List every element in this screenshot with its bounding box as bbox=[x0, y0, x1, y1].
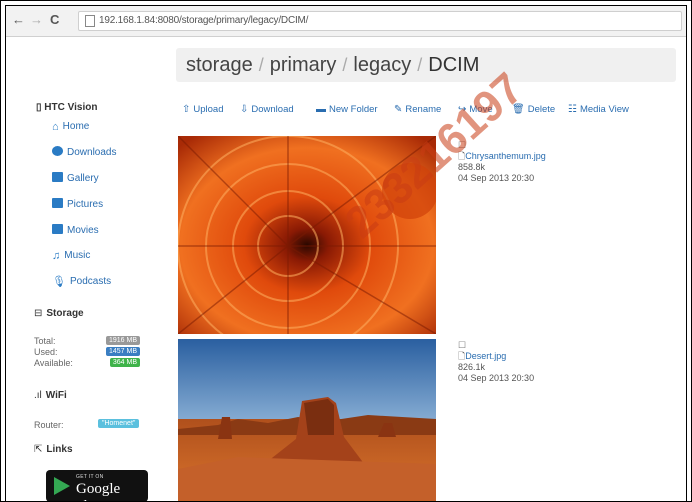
download-icon bbox=[52, 146, 63, 156]
browser-window: ← → C 192.168.1.84:8080/storage/primary/… bbox=[5, 5, 687, 501]
back-icon[interactable]: ← bbox=[12, 13, 25, 27]
address-bar: ← → C 192.168.1.84:8080/storage/primary/… bbox=[6, 6, 686, 37]
file-date: 04 Sep 2013 20:30 bbox=[458, 373, 535, 383]
url-text: 192.168.1.84:8080/storage/primary/legacy… bbox=[99, 15, 309, 26]
url-input[interactable]: 192.168.1.84:8080/storage/primary/legacy… bbox=[78, 11, 682, 31]
storage-total-value: 1916 MB bbox=[105, 336, 140, 345]
file-date: 04 Sep 2013 20:30 bbox=[458, 173, 535, 183]
sidebar-item-music[interactable]: ♫ Music bbox=[52, 250, 90, 262]
storage-used-value: 1457 MB bbox=[105, 347, 140, 356]
wifi-router: Router: "Homenet" bbox=[34, 419, 152, 430]
storage-heading: ⊟ Storage bbox=[34, 308, 84, 319]
download-button[interactable]: ⇩ Download bbox=[240, 104, 294, 115]
upload-button[interactable]: ⇧ Upload bbox=[182, 104, 224, 115]
breadcrumb-separator: / bbox=[258, 55, 264, 75]
rename-button[interactable]: ✎ Rename bbox=[394, 104, 441, 115]
music-icon: ♫ bbox=[52, 250, 61, 262]
file-size: 858.8k bbox=[458, 162, 486, 172]
wifi-icon: .ıl bbox=[34, 390, 42, 401]
file-name-link[interactable]: Desert.jpg bbox=[465, 351, 506, 361]
checkbox-icon[interactable]: ☐ bbox=[458, 340, 534, 351]
breadcrumb-item-primary[interactable]: primary bbox=[270, 54, 337, 76]
pencil-icon: ✎ bbox=[394, 104, 403, 115]
breadcrumb-item-storage[interactable]: storage bbox=[186, 54, 253, 76]
google-play-badge[interactable]: GET IT ON Google play bbox=[46, 470, 148, 501]
page-icon bbox=[85, 15, 95, 27]
sidebar-item-podcasts[interactable]: 🎙 Podcasts bbox=[52, 276, 111, 288]
microphone-icon: 🎙 bbox=[52, 276, 66, 288]
device-brand: ▯ HTC Vision bbox=[36, 102, 98, 113]
breadcrumb-item-legacy[interactable]: legacy bbox=[353, 54, 411, 76]
external-link-icon: ⇱ bbox=[34, 444, 43, 455]
links-heading: ⇱ Links bbox=[34, 444, 73, 455]
sidebar-item-pictures[interactable]: Pictures bbox=[52, 198, 103, 210]
wifi-heading: .ıl WiFi bbox=[34, 390, 67, 401]
sidebar-item-downloads[interactable]: Downloads bbox=[52, 146, 116, 158]
forward-icon[interactable]: → bbox=[30, 13, 43, 27]
file-name-link[interactable]: Chrysanthemum.jpg bbox=[465, 151, 546, 161]
media-view-button[interactable]: ☷ Media View bbox=[568, 104, 629, 115]
sidebar-item-home[interactable]: ⌂ Home bbox=[52, 121, 89, 133]
phone-icon: ▯ bbox=[36, 102, 42, 113]
wifi-network-badge: "Homenet" bbox=[98, 419, 140, 428]
sidebar-item-movies[interactable]: Movies bbox=[52, 224, 99, 236]
reload-icon[interactable]: C bbox=[50, 13, 59, 27]
outer-frame: ← → C 192.168.1.84:8080/storage/primary/… bbox=[0, 0, 692, 502]
upload-icon: ⇧ bbox=[182, 104, 191, 115]
drive-icon: ⊟ bbox=[34, 308, 43, 319]
thumbnail-desert[interactable] bbox=[178, 339, 436, 501]
file-toolbar: ⇧ Upload ⇩ Download ▬ New Folder ✎ Rename ↪ M… bbox=[182, 104, 676, 120]
camera-icon bbox=[52, 198, 63, 208]
video-icon bbox=[52, 224, 63, 234]
breadcrumb-separator: / bbox=[417, 55, 423, 75]
file-size: 826.1k bbox=[458, 362, 486, 372]
download-icon: ⇩ bbox=[240, 104, 249, 115]
breadcrumb-separator: / bbox=[342, 55, 348, 75]
file-info-desert: ☐ 🗋Desert.jpg 826.1k 04 Sep 2013 20:30 bbox=[458, 340, 534, 384]
storage-available-value: 364 MB bbox=[109, 358, 140, 367]
folder-icon: ▬ bbox=[316, 104, 326, 115]
sidebar-item-gallery[interactable]: Gallery bbox=[52, 172, 99, 184]
home-icon: ⌂ bbox=[52, 121, 59, 133]
sidebar: ▯ HTC Vision ⌂ Home Downloads Gallery Pic… bbox=[30, 94, 158, 501]
play-store-icon bbox=[54, 477, 70, 495]
breadcrumb: storage / primary / legacy / DCIM bbox=[176, 48, 676, 82]
new-folder-button[interactable]: ▬ New Folder bbox=[316, 104, 378, 115]
gallery-icon bbox=[52, 172, 63, 182]
desert-image bbox=[178, 339, 436, 501]
grid-icon: ☷ bbox=[568, 104, 577, 115]
breadcrumb-item-dcim: DCIM bbox=[428, 54, 480, 76]
